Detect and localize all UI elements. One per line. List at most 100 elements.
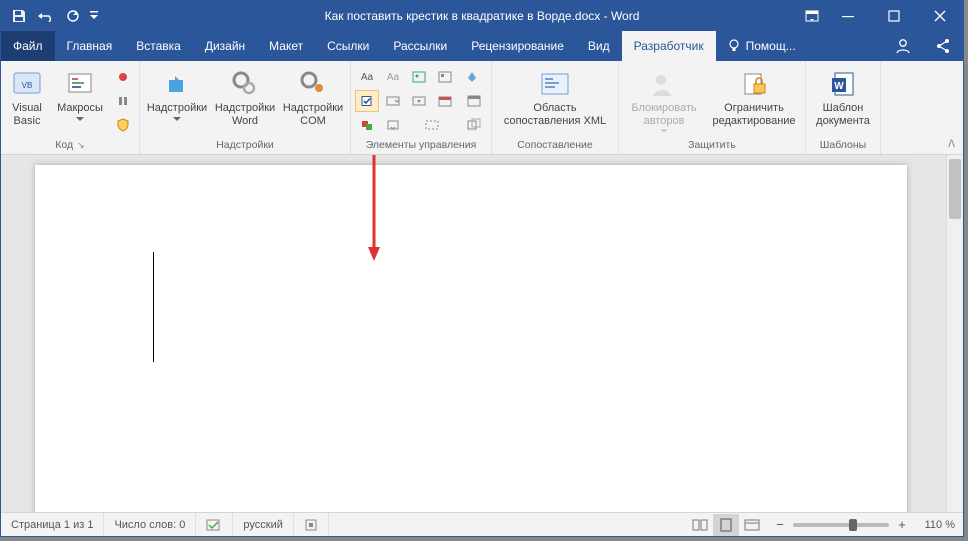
com-addins-icon: [297, 68, 329, 100]
proofing-icon: [206, 518, 222, 532]
group-controls: Aa Aa Элементы у: [351, 61, 492, 154]
word-count[interactable]: Число слов: 0: [104, 513, 196, 536]
dropdown-control-icon[interactable]: [407, 90, 431, 112]
zoom-slider[interactable]: [793, 523, 889, 527]
scrollbar-thumb[interactable]: [949, 159, 961, 219]
ribbon: VB Visual Basic Макросы Код↘: [1, 61, 963, 155]
undo-icon[interactable]: [33, 3, 59, 29]
tab-mailings[interactable]: Рассылки: [381, 31, 459, 61]
word-window: Как поставить крестик в квадратике в Вор…: [0, 0, 964, 537]
design-mode-icon[interactable]: [461, 66, 487, 88]
maximize-button[interactable]: [871, 1, 917, 31]
picture-control-icon[interactable]: [407, 66, 431, 88]
print-layout-icon[interactable]: [713, 514, 739, 536]
rich-text-control-icon[interactable]: Aa: [355, 66, 379, 88]
xml-mapping-pane-button[interactable]: Область сопоставления XML: [496, 64, 614, 127]
qat-customize-icon[interactable]: [87, 3, 101, 29]
zoom-slider-thumb[interactable]: [849, 519, 857, 531]
tell-me[interactable]: Помощ...: [716, 31, 808, 61]
record-macro-icon[interactable]: [111, 66, 135, 88]
block-authors-icon: [648, 68, 680, 100]
properties-icon[interactable]: [461, 90, 487, 112]
plain-text-control-icon[interactable]: Aa: [381, 66, 405, 88]
group-templates: W Шаблон документа Шаблоны: [806, 61, 881, 154]
language-status[interactable]: русский: [233, 513, 293, 536]
date-picker-control-icon[interactable]: [433, 90, 457, 112]
group-control-icon[interactable]: [407, 114, 457, 136]
word-addins-button[interactable]: Надстройки Word: [212, 64, 278, 127]
collapse-ribbon-icon[interactable]: ᐱ: [944, 137, 959, 152]
xml-mapping-icon: [539, 68, 571, 100]
tab-view[interactable]: Вид: [576, 31, 622, 61]
tab-developer[interactable]: Разработчик: [622, 31, 716, 61]
com-addins-button[interactable]: Надстройки COM: [280, 64, 346, 127]
read-mode-icon[interactable]: [687, 514, 713, 536]
macros-icon: [64, 68, 96, 100]
status-bar: Страница 1 из 1 Число слов: 0 русский − …: [1, 512, 963, 536]
tab-design[interactable]: Дизайн: [193, 31, 257, 61]
group-addins: Надстройки Надстройки Word Надстройки CO…: [140, 61, 351, 154]
svg-text:W: W: [834, 81, 844, 92]
svg-text:VB: VB: [22, 81, 33, 90]
tab-review[interactable]: Рецензирование: [459, 31, 576, 61]
page-count[interactable]: Страница 1 из 1: [1, 513, 104, 536]
group-protect: Блокировать авторов Ограничить редактиро…: [619, 61, 806, 154]
visual-basic-button[interactable]: VB Visual Basic: [5, 64, 49, 127]
text-cursor: [153, 252, 154, 362]
ribbon-tabs: Файл Главная Вставка Дизайн Макет Ссылки…: [1, 31, 963, 61]
zoom-out-button[interactable]: −: [773, 517, 787, 532]
visual-basic-icon: VB: [11, 68, 43, 100]
vertical-scrollbar[interactable]: [946, 155, 963, 512]
dialog-launcher-icon[interactable]: ↘: [77, 140, 85, 151]
group-controls-icon[interactable]: [461, 114, 487, 136]
window-controls: [799, 1, 963, 31]
tab-insert[interactable]: Вставка: [124, 31, 193, 61]
controls-gallery: Aa Aa: [355, 64, 457, 136]
addins-icon: [161, 68, 193, 100]
zoom-in-button[interactable]: +: [895, 517, 909, 532]
repeating-section-control-icon[interactable]: [355, 114, 379, 136]
legacy-tools-icon[interactable]: [381, 114, 405, 136]
tell-me-label: Помощ...: [746, 39, 796, 53]
chevron-down-icon: [173, 117, 181, 121]
macro-status-icon: [304, 518, 318, 532]
proofing-status[interactable]: [196, 513, 233, 536]
chevron-down-icon: [660, 129, 668, 133]
redo-icon[interactable]: [63, 3, 83, 29]
restrict-editing-icon: [738, 68, 770, 100]
macro-security-icon[interactable]: [111, 114, 135, 136]
titlebar: Как поставить крестик в квадратике в Вор…: [1, 1, 963, 31]
share-icon[interactable]: [923, 37, 963, 55]
building-block-control-icon[interactable]: [433, 66, 457, 88]
combobox-control-icon[interactable]: [381, 90, 405, 112]
lightbulb-icon: [728, 39, 740, 53]
macros-button[interactable]: Макросы: [51, 64, 109, 121]
macro-status[interactable]: [294, 513, 329, 536]
zoom-level[interactable]: 110 %: [915, 519, 955, 531]
word-addins-icon: [229, 68, 261, 100]
group-code: VB Visual Basic Макросы Код↘: [1, 61, 140, 154]
tab-references[interactable]: Ссылки: [315, 31, 381, 61]
document-page[interactable]: [35, 165, 907, 512]
ribbon-display-options-icon[interactable]: [799, 1, 825, 31]
restrict-editing-button[interactable]: Ограничить редактирование: [707, 64, 801, 127]
tab-layout[interactable]: Макет: [257, 31, 315, 61]
pause-macro-icon[interactable]: [111, 90, 135, 112]
tab-home[interactable]: Главная: [55, 31, 125, 61]
document-area[interactable]: [1, 155, 963, 512]
tab-file[interactable]: Файл: [1, 31, 55, 61]
quick-access-toolbar: [1, 3, 101, 29]
web-layout-icon[interactable]: [739, 514, 765, 536]
save-icon[interactable]: [9, 3, 29, 29]
zoom-control: − + 110 %: [765, 517, 963, 532]
close-button[interactable]: [917, 1, 963, 31]
word-template-icon: W: [827, 68, 859, 100]
checkbox-control-icon[interactable]: [355, 90, 379, 112]
account-icon[interactable]: [883, 37, 923, 55]
minimize-button[interactable]: [825, 1, 871, 31]
block-authors-button: Блокировать авторов: [623, 64, 705, 133]
group-mapping: Область сопоставления XML Сопоставление: [492, 61, 619, 154]
chevron-down-icon: [76, 117, 84, 121]
document-template-button[interactable]: W Шаблон документа: [810, 64, 876, 127]
addins-button[interactable]: Надстройки: [144, 64, 210, 121]
